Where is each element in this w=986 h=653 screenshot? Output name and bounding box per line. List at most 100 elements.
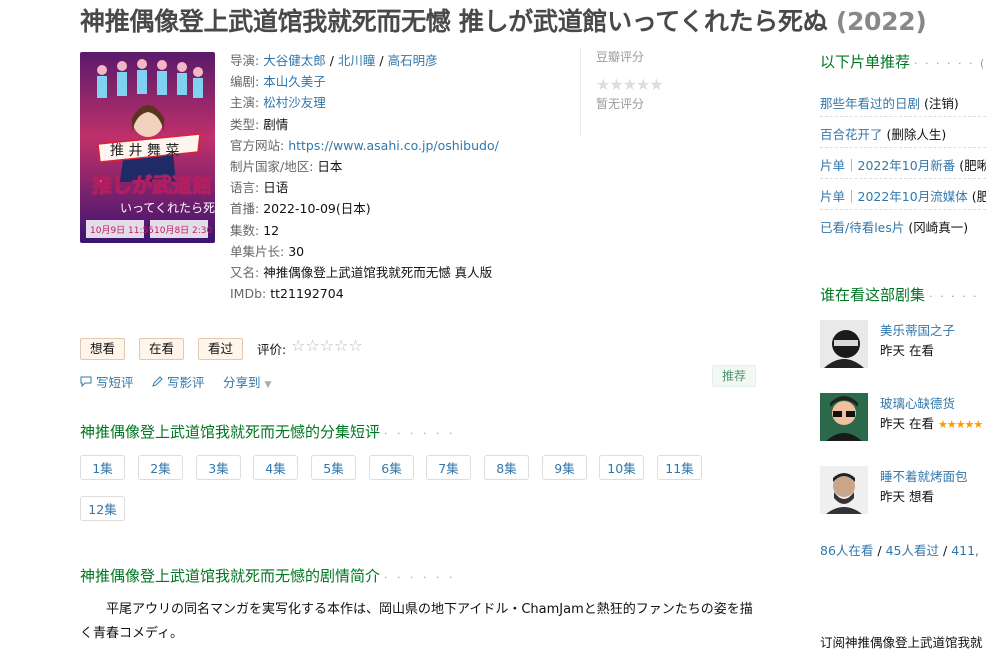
watcher-status: 昨天 在看 ★★★★★ <box>880 413 983 432</box>
title-text: 神推偶像登上武道馆我就死而无憾 推しが武道館いってくれたら死ぬ <box>80 7 828 36</box>
episode-button-1[interactable]: 1集 <box>80 455 125 480</box>
episode-button-6[interactable]: 6集 <box>369 455 414 480</box>
divider <box>820 209 986 211</box>
avatar[interactable] <box>820 320 868 368</box>
length-label: 单集片长: <box>230 243 285 259</box>
avatar[interactable] <box>820 393 868 441</box>
list-name: 片单｜2022年10月流媒体 <box>820 189 968 204</box>
writer-label: 编剧: <box>230 74 260 90</box>
watched-button[interactable]: 看过 <box>198 338 244 360</box>
rating-none: 暂无评分 <box>596 97 645 111</box>
want-count-link[interactable]: 411, <box>951 543 979 558</box>
sidebar-list-item[interactable]: 那些年看过的日剧 (注销) <box>820 93 959 112</box>
info-block: 导演: 大谷健太郎 / 北川瞳 / 高石明彦 编剧: 本山久美子 主演: 松村沙… <box>230 50 499 304</box>
info-premiere: 首播: 2022-10-09(日本) <box>230 198 499 219</box>
short-review-action[interactable]: 写短评 <box>80 372 134 391</box>
country-label: 制片国家/地区: <box>230 159 314 175</box>
rating-panel: 豆瓣评分 ★★★★★ 暂无评分 <box>580 48 716 136</box>
title-year: (2022) <box>835 7 927 36</box>
episode-title-text: 神推偶像登上武道馆我就死而无憾的分集短评 <box>80 423 381 441</box>
subscribe-text[interactable]: 订阅神推偶像登上武道馆我就 <box>820 632 983 651</box>
sidebar-lists-title: 以下片单推荐 · · · · · · ( <box>820 51 986 72</box>
watching-count-link[interactable]: 86人在看 <box>820 543 873 558</box>
want-button[interactable]: 想看 <box>80 338 126 360</box>
episode-button-3[interactable]: 3集 <box>196 455 241 480</box>
divider <box>820 178 986 180</box>
summary-title-dots: · · · · · · <box>384 571 456 584</box>
premiere-value: 2022-10-09(日本) <box>263 201 371 217</box>
svg-text:推しが武道館: 推しが武道館 <box>92 173 212 197</box>
share-action[interactable]: 分享到 ▼ <box>223 372 271 391</box>
site-link[interactable]: https://www.asahi.co.jp/oshibudo/ <box>288 138 499 153</box>
short-review-label: 写短评 <box>95 375 134 390</box>
sidebar-list-item[interactable]: 已看/待看les片 (冈崎真一) <box>820 217 968 236</box>
watcher-status: 昨天 在看 <box>880 343 934 358</box>
episode-button-8[interactable]: 8集 <box>484 455 529 480</box>
review-label: 写影评 <box>166 375 205 390</box>
watcher-name[interactable]: 睡不着就烤面包 <box>880 466 968 485</box>
watching-title-dots: · · · · · <box>929 290 979 303</box>
share-label: 分享到 <box>223 375 261 390</box>
rate-stars-input[interactable]: ☆☆☆☆☆ <box>291 336 363 355</box>
episode-button-11[interactable]: 11集 <box>657 455 702 480</box>
info-writer: 编剧: 本山久美子 <box>230 71 499 92</box>
sidebar-list-item[interactable]: 片单｜2022年10月流媒体 (肥 <box>820 186 986 205</box>
svg-text:推 井 舞 菜: 推 井 舞 菜 <box>110 143 179 159</box>
episode-button-2[interactable]: 2集 <box>138 455 183 480</box>
count-separator: / <box>942 543 948 558</box>
director-link-1[interactable]: 大谷健太郎 <box>263 53 326 68</box>
list-name: 那些年看过的日剧 <box>820 96 921 111</box>
director-link-2[interactable]: 北川瞳 <box>338 53 376 68</box>
poster-image[interactable]: 推 井 舞 菜 推しが武道館 いってくれたら死ぬ 10月9日 11:55 10月… <box>80 52 215 243</box>
info-genre: 类型: 剧情 <box>230 114 499 135</box>
sidebar-list-item[interactable]: 片单｜2022年10月新番 (肥啾 <box>820 155 986 174</box>
cast-link[interactable]: 松村沙友理 <box>263 95 326 110</box>
episode-button-9[interactable]: 9集 <box>542 455 587 480</box>
svg-text:いってくれたら死ぬ: いってくれたら死ぬ <box>120 201 215 215</box>
comment-icon <box>80 375 96 390</box>
language-value: 日语 <box>263 180 289 196</box>
site-label: 官方网站: <box>230 137 285 153</box>
info-language: 语言: 日语 <box>230 177 499 198</box>
info-aka: 又名: 神推偶像登上武道馆我就死而无憾 真人版 <box>230 262 499 283</box>
rating-stars-icon: ★★★★★ <box>596 75 664 94</box>
recommend-button[interactable]: 推荐 <box>712 365 756 387</box>
info-country: 制片国家/地区: 日本 <box>230 156 499 177</box>
genre-value: 剧情 <box>263 116 289 132</box>
watching-title-text: 谁在看这部剧集 <box>820 286 926 304</box>
genre-label: 类型: <box>230 116 260 132</box>
review-action[interactable]: 写影评 <box>151 372 205 391</box>
episode-button-12[interactable]: 12集 <box>80 496 125 521</box>
rate-label: 评价: <box>257 342 287 357</box>
list-owner: (冈崎真一) <box>908 220 969 235</box>
watch-counts: 86人在看 / 45人看过 / 411, <box>820 540 979 559</box>
director-link-3[interactable]: 高石明彦 <box>388 53 438 68</box>
avatar[interactable] <box>820 466 868 514</box>
watching-button[interactable]: 在看 <box>139 338 185 360</box>
watcher-name[interactable]: 玻璃心缺德货 <box>880 393 955 412</box>
episode-button-10[interactable]: 10集 <box>599 455 644 480</box>
writer-link[interactable]: 本山久美子 <box>263 74 326 89</box>
lists-title-text: 以下片单推荐 <box>820 53 911 71</box>
watched-count-link[interactable]: 45人看过 <box>886 543 939 558</box>
info-site: 官方网站: https://www.asahi.co.jp/oshibudo/ <box>230 135 499 156</box>
country-value: 日本 <box>317 159 343 175</box>
sidebar-list-item[interactable]: 百合花开了 (删除人生) <box>820 124 946 143</box>
imdb-label: IMDb: <box>230 286 267 302</box>
cast-label: 主演: <box>230 95 260 111</box>
director-label: 导演: <box>230 53 260 68</box>
aka-value: 神推偶像登上武道馆我就死而无憾 真人版 <box>263 265 493 281</box>
chevron-down-icon: ▼ <box>264 380 272 390</box>
aka-label: 又名: <box>230 265 260 281</box>
premiere-label: 首播: <box>230 201 260 217</box>
episode-button-7[interactable]: 7集 <box>426 455 471 480</box>
watcher-name[interactable]: 美乐蒂国之子 <box>880 320 955 339</box>
list-owner: (注销) <box>924 96 959 111</box>
count-separator: / <box>877 543 882 558</box>
language-label: 语言: <box>230 180 260 196</box>
episode-button-4[interactable]: 4集 <box>253 455 298 480</box>
page-title: 神推偶像登上武道馆我就死而无憾 推しが武道館いってくれたら死ぬ (2022) <box>80 2 927 38</box>
episodes-value: 12 <box>263 222 280 238</box>
episode-button-5[interactable]: 5集 <box>311 455 356 480</box>
pencil-icon <box>151 375 167 390</box>
